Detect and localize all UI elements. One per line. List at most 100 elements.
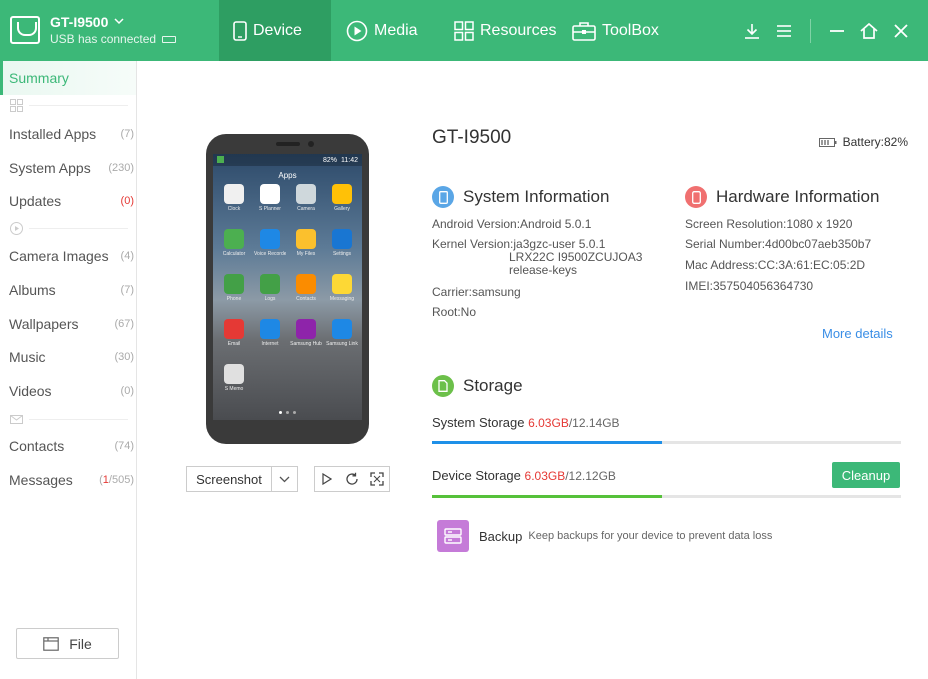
- tab-toolbox[interactable]: ToolBox: [572, 0, 659, 61]
- device-title: GT-I9500: [432, 127, 512, 148]
- sidebar-item-summary[interactable]: Summary: [0, 61, 136, 95]
- phone-app: Messaging: [326, 274, 358, 302]
- sidebar: Summary Installed Apps (7) System Apps (…: [0, 61, 137, 679]
- phone-app: Clock: [218, 184, 250, 212]
- app-label: Contacts: [296, 296, 316, 302]
- phone-app: Phone: [218, 274, 250, 302]
- app-icon: [260, 229, 280, 249]
- close-icon[interactable]: [886, 16, 916, 46]
- app-icon: [224, 319, 244, 339]
- battery-mini-icon: [162, 35, 177, 43]
- app-label: Samsung Hub: [290, 341, 322, 347]
- system-storage-bar: [432, 441, 901, 444]
- apps-title: Apps: [278, 171, 297, 180]
- app-label: Phone: [226, 296, 242, 302]
- phone-preview: 82% 11:42 Apps Clock S Planner Camera Galle…: [206, 134, 369, 444]
- grid-icon: [454, 20, 474, 41]
- screenshot-button[interactable]: Screenshot: [186, 466, 298, 492]
- sidebar-item-camera-images[interactable]: Camera Images (4): [0, 239, 136, 273]
- cleanup-button[interactable]: Cleanup: [832, 462, 900, 488]
- app-label: Settings: [332, 251, 352, 257]
- phone-app: S Memo: [218, 364, 250, 392]
- android-version: Android Version:Android 5.0.1: [432, 217, 592, 231]
- sidebar-item-music[interactable]: Music (30): [0, 340, 136, 374]
- download-icon[interactable]: [737, 16, 767, 46]
- minimize-icon[interactable]: [822, 16, 852, 46]
- battery-status: Battery:82%: [818, 135, 908, 149]
- app-icon: [296, 274, 316, 294]
- sidebar-item-installed-apps[interactable]: Installed Apps (7): [0, 117, 136, 151]
- sidebar-item-wallpapers[interactable]: Wallpapers (67): [0, 307, 136, 341]
- toolbox-icon: [572, 21, 596, 41]
- chevron-down-icon[interactable]: [114, 17, 124, 28]
- imei: IMEI:357504056364730: [685, 279, 814, 293]
- sidebar-separator: [10, 412, 128, 426]
- app-label: S Planner: [259, 206, 281, 212]
- phone-app: Samsung Hub: [290, 319, 322, 347]
- play-circle-icon: [346, 20, 368, 42]
- app-label: S Memo: [224, 386, 244, 392]
- app-icon: [296, 229, 316, 249]
- tab-media[interactable]: Media: [346, 0, 418, 61]
- divider: [810, 18, 811, 43]
- phone-app: Email: [218, 319, 250, 347]
- phone-screen[interactable]: 82% 11:42 Apps Clock S Planner Camera Galle…: [213, 154, 362, 420]
- app-label: Email: [227, 341, 241, 347]
- device-storage-label: Device Storage 6.03GB/12.12GB: [432, 468, 616, 483]
- app-icon: [260, 274, 280, 294]
- sidebar-item-system-apps[interactable]: System Apps (230): [0, 151, 136, 185]
- sidebar-item-videos[interactable]: Videos (0): [0, 374, 136, 408]
- app-label: Logs: [264, 296, 276, 302]
- menu-icon[interactable]: [769, 16, 799, 46]
- app-icon: [332, 229, 352, 249]
- refresh-icon[interactable]: [340, 467, 365, 491]
- phone-speaker: [276, 142, 300, 146]
- usb-status: USB has connected: [50, 32, 157, 46]
- battery-icon: [818, 137, 837, 147]
- carrier: Carrier:samsung: [432, 285, 521, 299]
- phone-app: Contacts: [290, 274, 322, 302]
- chevron-down-icon[interactable]: [271, 467, 297, 491]
- home-icon[interactable]: [854, 16, 884, 46]
- app-label: Samsung Link: [326, 341, 358, 347]
- serial-number: Serial Number:4d00bc07aeb350b7: [685, 237, 872, 251]
- tab-device[interactable]: Device: [219, 0, 331, 61]
- phone-app: Gallery: [326, 184, 358, 212]
- phone-icon: [432, 186, 454, 208]
- screen-controls: [314, 466, 390, 492]
- app-icon: [224, 274, 244, 294]
- fullscreen-icon[interactable]: [364, 467, 389, 491]
- tab-resources[interactable]: Resources: [454, 0, 556, 61]
- phone-app: Calculator: [218, 229, 250, 257]
- mail-section-icon: [10, 414, 23, 424]
- phone-app: Logs: [254, 274, 286, 302]
- backup-row[interactable]: Backup Keep backups for your device to p…: [437, 520, 772, 552]
- phone-app: S Planner: [254, 184, 286, 212]
- sidebar-item-messages[interactable]: Messages (1/505): [0, 463, 136, 497]
- file-button[interactable]: File: [16, 628, 119, 659]
- app-icon: [224, 184, 244, 204]
- device-storage-bar: [432, 495, 901, 498]
- device-selector[interactable]: GT-I9500 USB has connected: [10, 12, 177, 48]
- device-icon: [685, 186, 707, 208]
- more-details-link[interactable]: More details: [822, 326, 893, 341]
- folder-icon: [43, 636, 60, 651]
- app-label: Voice Recorder: [254, 251, 286, 257]
- app-icon: [332, 274, 352, 294]
- app-icon: [260, 319, 280, 339]
- app-icon: [296, 184, 316, 204]
- app-icon: [332, 184, 352, 204]
- kernel-version-line3: release-keys: [509, 263, 578, 277]
- phone-camera: [308, 141, 314, 147]
- storage-icon: [432, 375, 454, 397]
- screen-resolution: Screen Resolution:1080 x 1920: [685, 217, 853, 231]
- storage-heading: Storage: [432, 375, 523, 397]
- app-label: Camera: [297, 206, 315, 212]
- app-label: Messaging: [329, 296, 355, 302]
- sidebar-item-albums[interactable]: Albums (7): [0, 273, 136, 307]
- sidebar-item-updates[interactable]: Updates (0): [0, 184, 136, 218]
- app-label: Calculator: [222, 251, 246, 257]
- play-icon[interactable]: [315, 467, 340, 491]
- sidebar-item-contacts[interactable]: Contacts (74): [0, 429, 136, 463]
- mac-address: Mac Address:CC:3A:61:EC:05:2D: [685, 258, 866, 272]
